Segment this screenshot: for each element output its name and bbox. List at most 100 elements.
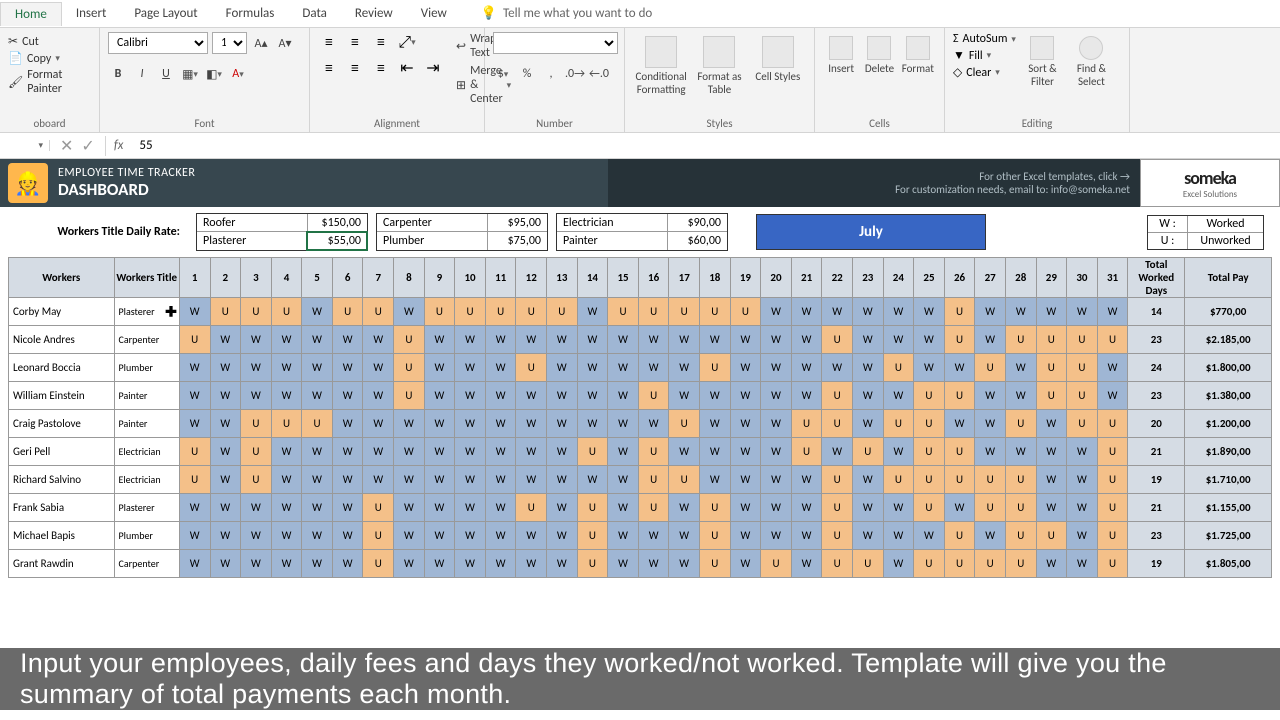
fill-button[interactable]: ▼ Fill▾ bbox=[953, 48, 1016, 63]
cell-day[interactable]: W bbox=[1005, 438, 1036, 466]
cell-title[interactable]: Carpenter bbox=[114, 550, 179, 578]
cell-day[interactable]: U bbox=[791, 438, 822, 466]
cell-worker[interactable]: Richard Salvino bbox=[9, 466, 115, 494]
cell-day[interactable]: W bbox=[363, 326, 394, 354]
align-middle-button[interactable]: ≡ bbox=[344, 32, 366, 52]
cell-day[interactable]: W bbox=[210, 494, 241, 522]
cell-total-pay[interactable]: $1.155,00 bbox=[1185, 494, 1272, 522]
cell-day[interactable]: W bbox=[210, 438, 241, 466]
cell-day[interactable]: W bbox=[914, 298, 945, 326]
cell-day[interactable]: W bbox=[730, 466, 761, 494]
cell-day[interactable]: U bbox=[883, 354, 914, 382]
worksheet[interactable]: 👷 EMPLOYEE TIME TRACKER DASHBOARD For ot… bbox=[0, 159, 1280, 578]
increase-indent-button[interactable]: ⇥ bbox=[422, 58, 444, 78]
cell-day[interactable]: W bbox=[179, 354, 210, 382]
cell-day[interactable]: W bbox=[271, 494, 302, 522]
cell-day[interactable]: W bbox=[761, 522, 792, 550]
cell-day[interactable]: U bbox=[914, 494, 945, 522]
cell-day[interactable]: U bbox=[914, 550, 945, 578]
cell-day[interactable]: U bbox=[1097, 550, 1128, 578]
cell-total-worked[interactable]: 19 bbox=[1128, 466, 1185, 494]
cell-day[interactable]: W bbox=[730, 438, 761, 466]
cell-day[interactable]: U bbox=[577, 494, 608, 522]
cell-day[interactable]: W bbox=[302, 354, 333, 382]
cell-day[interactable]: W bbox=[210, 326, 241, 354]
tab-insert[interactable]: Insert bbox=[62, 2, 121, 25]
cell-day[interactable]: W bbox=[394, 438, 425, 466]
format-cells-button[interactable]: Format bbox=[900, 32, 936, 75]
align-right-button[interactable]: ≡ bbox=[370, 58, 392, 78]
cell-day[interactable]: W bbox=[271, 382, 302, 410]
cell-day[interactable]: U bbox=[975, 466, 1006, 494]
rate-name[interactable]: Roofer bbox=[197, 214, 307, 232]
cell-day[interactable]: W bbox=[271, 522, 302, 550]
cell-day[interactable]: U bbox=[944, 438, 975, 466]
cell-day[interactable]: W bbox=[547, 410, 578, 438]
cell-day[interactable]: U bbox=[883, 410, 914, 438]
rate-value[interactable]: $75,00 bbox=[487, 232, 547, 250]
cell-day[interactable]: U bbox=[914, 466, 945, 494]
formula-input[interactable]: 55 bbox=[131, 138, 1280, 153]
cell-day[interactable]: W bbox=[485, 326, 516, 354]
cell-day[interactable]: W bbox=[852, 354, 883, 382]
cell-day[interactable]: U bbox=[1036, 326, 1067, 354]
cell-worker[interactable]: Corby May bbox=[9, 298, 115, 326]
cell-day[interactable]: W bbox=[394, 550, 425, 578]
cell-title[interactable]: Electrician bbox=[114, 466, 179, 494]
italic-button[interactable]: I bbox=[132, 64, 152, 84]
cell-day[interactable]: W bbox=[883, 326, 914, 354]
cell-title[interactable]: Plasterer✚ bbox=[114, 298, 179, 326]
cell-total-worked[interactable]: 23 bbox=[1128, 326, 1185, 354]
cell-day[interactable]: W bbox=[271, 550, 302, 578]
cell-day[interactable]: U bbox=[1067, 354, 1098, 382]
cell-day[interactable]: U bbox=[822, 466, 853, 494]
cell-total-pay[interactable]: $1.890,00 bbox=[1185, 438, 1272, 466]
cell-day[interactable]: W bbox=[914, 326, 945, 354]
cell-day[interactable]: W bbox=[852, 466, 883, 494]
cell-day[interactable]: W bbox=[730, 354, 761, 382]
cell-day[interactable]: W bbox=[424, 494, 455, 522]
cell-day[interactable]: W bbox=[638, 522, 669, 550]
cell-day[interactable]: W bbox=[577, 466, 608, 494]
cell-day[interactable]: W bbox=[271, 354, 302, 382]
cell-day[interactable]: U bbox=[822, 382, 853, 410]
cell-day[interactable]: U bbox=[638, 494, 669, 522]
cell-day[interactable]: W bbox=[608, 382, 639, 410]
copy-button[interactable]: 📄 Copy ▾ bbox=[8, 51, 91, 66]
cell-day[interactable]: U bbox=[914, 410, 945, 438]
cell-day[interactable]: W bbox=[608, 326, 639, 354]
cell-day[interactable]: U bbox=[638, 382, 669, 410]
insert-cells-button[interactable]: Insert bbox=[823, 32, 859, 75]
cell-day[interactable]: W bbox=[179, 494, 210, 522]
cell-day[interactable]: W bbox=[1097, 298, 1128, 326]
cell-day[interactable]: U bbox=[516, 298, 547, 326]
cell-day[interactable]: W bbox=[547, 438, 578, 466]
cell-day[interactable]: W bbox=[852, 522, 883, 550]
cell-day[interactable]: W bbox=[577, 354, 608, 382]
cell-day[interactable]: W bbox=[1005, 382, 1036, 410]
cell-day[interactable]: U bbox=[547, 298, 578, 326]
cell-day[interactable]: U bbox=[516, 494, 547, 522]
cell-day[interactable]: W bbox=[852, 298, 883, 326]
cell-day[interactable]: W bbox=[332, 354, 363, 382]
cell-day[interactable]: W bbox=[424, 522, 455, 550]
cell-day[interactable]: W bbox=[547, 326, 578, 354]
cell-day[interactable]: W bbox=[730, 326, 761, 354]
cell-day[interactable]: W bbox=[975, 326, 1006, 354]
cell-day[interactable]: W bbox=[241, 550, 272, 578]
cell-total-worked[interactable]: 20 bbox=[1128, 410, 1185, 438]
cell-day[interactable]: U bbox=[883, 466, 914, 494]
cell-day[interactable]: W bbox=[455, 326, 486, 354]
cell-day[interactable]: U bbox=[394, 326, 425, 354]
decrease-indent-button[interactable]: ⇤ bbox=[396, 58, 418, 78]
increase-decimal-button[interactable]: .0→ bbox=[565, 64, 585, 84]
cell-day[interactable]: W bbox=[363, 438, 394, 466]
cell-day[interactable]: W bbox=[179, 382, 210, 410]
cell-day[interactable]: U bbox=[1036, 354, 1067, 382]
cell-day[interactable]: U bbox=[822, 410, 853, 438]
cell-day[interactable]: U bbox=[700, 354, 731, 382]
cell-day[interactable]: W bbox=[455, 522, 486, 550]
cell-day[interactable]: W bbox=[210, 382, 241, 410]
rate-value-selected[interactable]: $55,00 bbox=[307, 232, 367, 250]
cell-day[interactable]: W bbox=[424, 354, 455, 382]
